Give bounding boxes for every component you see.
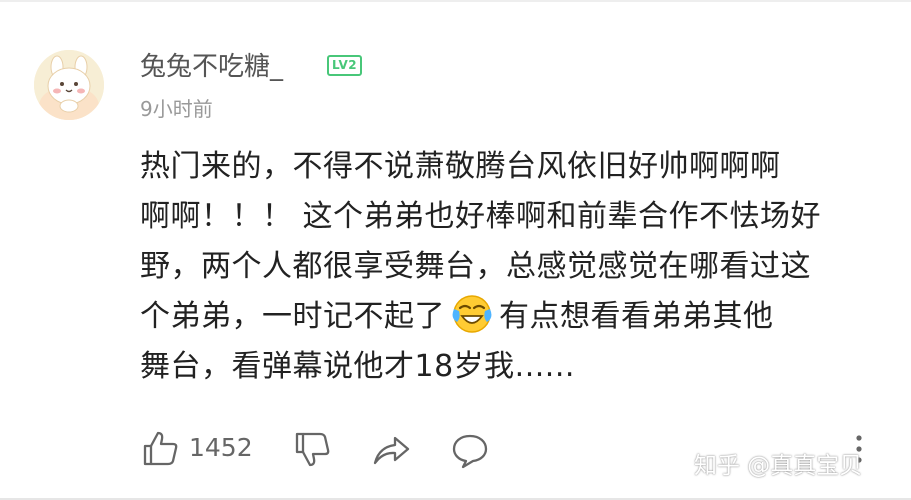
like-button[interactable]	[140, 428, 180, 468]
comment-line: 啊啊！！！ 这个弟弟也好棒啊和前辈合作不怯场好	[140, 199, 822, 234]
watermark: 知乎 @真真宝贝	[694, 453, 863, 479]
like-count: 1452	[189, 433, 253, 462]
comment-line-part: 个弟弟，一时记不起了	[140, 299, 445, 334]
dislike-button[interactable]	[292, 430, 332, 470]
comment-line: 野，两个人都很享受舞台，总感觉感觉在哪看过这	[140, 249, 811, 284]
comment-time: 9小时前	[140, 97, 213, 121]
comment-line: 舞台，看弹幕说他才18岁我......	[140, 349, 575, 384]
comment-line: 热门来的，不得不说萧敬腾台风依旧好帅啊啊啊	[140, 149, 781, 184]
reply-button[interactable]	[450, 430, 490, 470]
share-button[interactable]	[371, 430, 411, 470]
top-divider	[0, 0, 911, 2]
thumbs-up-icon	[143, 431, 178, 466]
comment-line-with-emoji: 个弟弟，一时记不起了 有点想看看弟弟其他	[140, 292, 880, 342]
comment-bubble-icon	[452, 434, 488, 469]
share-arrow-icon	[373, 436, 410, 465]
tears-of-joy-emoji-icon	[451, 292, 493, 334]
comment-line-part: 有点想看看弟弟其他	[499, 299, 774, 334]
bunny-avatar-icon	[34, 50, 104, 120]
author-name[interactable]: 兔兔不吃糖_	[140, 46, 283, 83]
level-badge: LV2	[327, 55, 363, 76]
thumbs-down-icon	[295, 432, 330, 467]
avatar[interactable]	[34, 50, 104, 120]
comment-body: 热门来的，不得不说萧敬腾台风依旧好帅啊啊啊 啊啊！！！ 这个弟弟也好棒啊和前辈合…	[140, 142, 880, 392]
